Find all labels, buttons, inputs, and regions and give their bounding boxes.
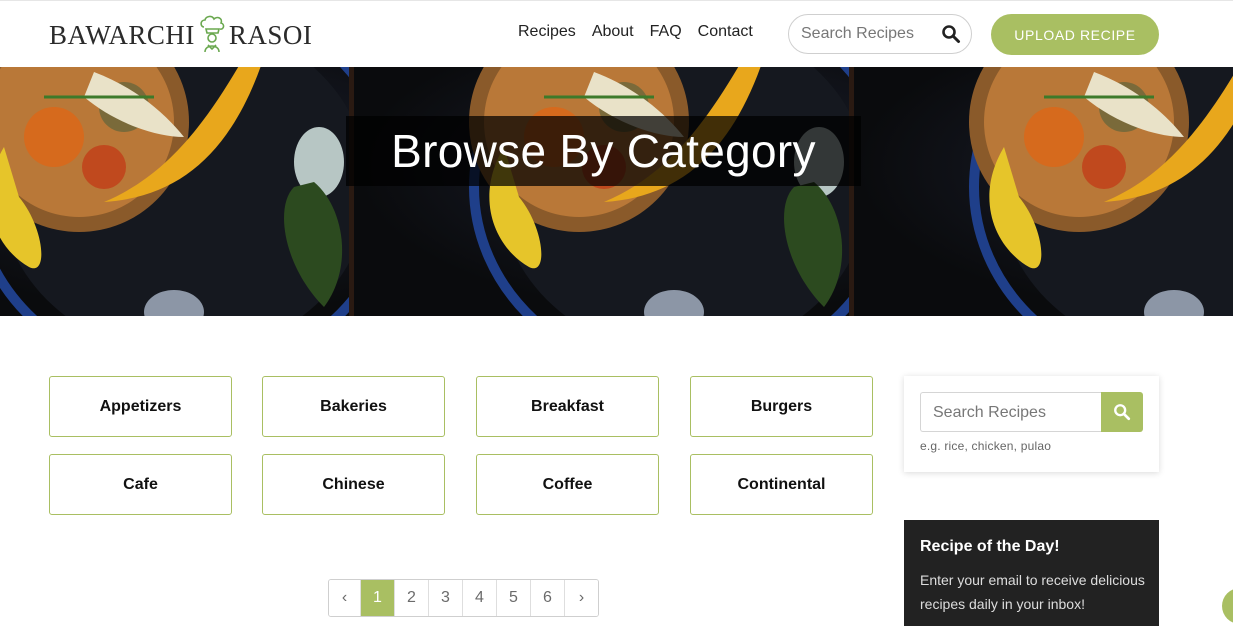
logo-text-left: BAWARCHI bbox=[49, 19, 195, 50]
category-burgers[interactable]: Burgers bbox=[690, 376, 873, 437]
pagination-page-2[interactable]: 2 bbox=[394, 580, 428, 616]
site-logo[interactable]: BAWARCHI RASOI bbox=[49, 15, 312, 55]
header-search bbox=[788, 14, 972, 54]
hero-title-box: Browse By Category bbox=[346, 116, 861, 186]
pagination-prev[interactable]: ‹ bbox=[329, 580, 360, 616]
category-continental[interactable]: Continental bbox=[690, 454, 873, 515]
hero-food-image bbox=[0, 67, 354, 316]
page-title: Browse By Category bbox=[391, 125, 816, 177]
main-nav: Recipes About FAQ Contact bbox=[518, 23, 753, 41]
category-breakfast[interactable]: Breakfast bbox=[476, 376, 659, 437]
chat-bubble-icon[interactable] bbox=[1222, 588, 1233, 624]
category-bakeries[interactable]: Bakeries bbox=[262, 376, 445, 437]
category-chinese[interactable]: Chinese bbox=[262, 454, 445, 515]
pagination-next[interactable]: › bbox=[564, 580, 598, 616]
site-header: BAWARCHI RASOI Recipes About FAQ Contact… bbox=[0, 0, 1233, 67]
search-icon[interactable] bbox=[941, 24, 961, 44]
upload-recipe-button[interactable]: UPLOAD RECIPE bbox=[991, 14, 1159, 55]
pagination-page-4[interactable]: 4 bbox=[462, 580, 496, 616]
category-coffee[interactable]: Coffee bbox=[476, 454, 659, 515]
hero-food-image bbox=[354, 67, 854, 316]
pagination-page-5[interactable]: 5 bbox=[496, 580, 530, 616]
nav-link-recipes[interactable]: Recipes bbox=[518, 23, 576, 41]
search-icon bbox=[1114, 404, 1131, 421]
header-search-input[interactable] bbox=[801, 23, 936, 45]
sidebar-search-widget: e.g. rice, chicken, pulao bbox=[904, 376, 1159, 472]
rotd-text: Enter your email to receive delicious re… bbox=[920, 572, 1145, 612]
hero-food-image bbox=[854, 67, 1233, 316]
pagination-page-1[interactable]: 1 bbox=[360, 580, 394, 616]
sidebar-search-input[interactable] bbox=[933, 402, 1093, 424]
nav-link-faq[interactable]: FAQ bbox=[650, 23, 682, 41]
hero-banner: Browse By Category bbox=[0, 67, 1233, 316]
recipe-of-the-day-widget: Recipe of the Day! Enter your email to r… bbox=[904, 520, 1159, 626]
sidebar-search-button[interactable] bbox=[1101, 392, 1143, 432]
sidebar-search-field bbox=[920, 392, 1102, 432]
pagination-page-3[interactable]: 3 bbox=[428, 580, 462, 616]
rotd-title: Recipe of the Day! bbox=[920, 538, 1060, 555]
chef-hat-icon bbox=[200, 15, 225, 53]
nav-link-contact[interactable]: Contact bbox=[698, 23, 753, 41]
logo-text-right: RASOI bbox=[228, 19, 313, 50]
search-hint: e.g. rice, chicken, pulao bbox=[920, 439, 1052, 453]
category-cafe[interactable]: Cafe bbox=[49, 454, 232, 515]
category-appetizers[interactable]: Appetizers bbox=[49, 376, 232, 437]
nav-link-about[interactable]: About bbox=[592, 23, 634, 41]
pagination: ‹ 1 2 3 4 5 6 › bbox=[328, 579, 599, 617]
pagination-page-6[interactable]: 6 bbox=[530, 580, 564, 616]
